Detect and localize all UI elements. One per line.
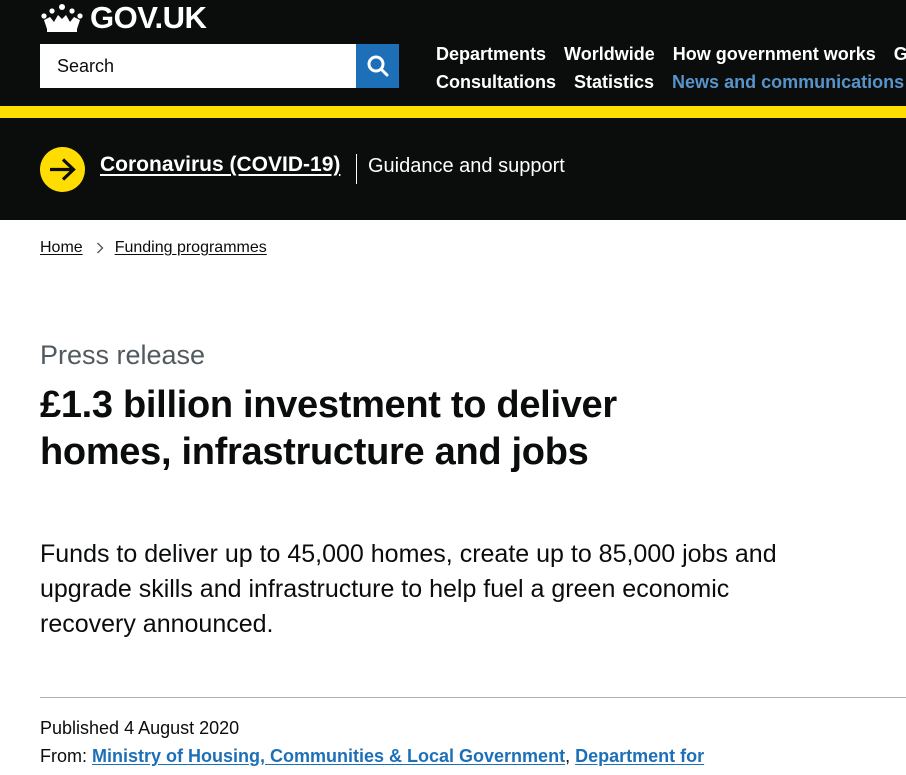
nav-how-government-works[interactable]: How government works	[673, 44, 876, 65]
breadcrumb: Home Funding programmes	[40, 239, 267, 257]
main-navigation: Departments Worldwide How government wor…	[436, 40, 906, 96]
nav-row-2: Consultations Statistics News and commun…	[436, 68, 906, 96]
logo-text: GOV.UK	[90, 0, 207, 35]
nav-news-and-communications[interactable]: News and communications	[672, 72, 904, 93]
site-header: GOV.UK Departments Worldwide How governm…	[0, 0, 906, 106]
covid-link[interactable]: Coronavirus (COVID-19)	[100, 153, 340, 177]
header-accent-bar	[0, 106, 906, 118]
breadcrumb-home[interactable]: Home	[40, 239, 83, 257]
search-icon	[367, 55, 388, 77]
arrow-right-icon	[40, 147, 85, 192]
search-form	[40, 44, 399, 88]
article-summary: Funds to deliver up to 45,000 homes, cre…	[40, 540, 777, 638]
banner-divider	[356, 154, 357, 184]
covid-banner: Coronavirus (COVID-19) Guidance and supp…	[0, 118, 906, 220]
nav-statistics[interactable]: Statistics	[574, 72, 654, 93]
from-label: From:	[40, 746, 87, 766]
nav-consultations[interactable]: Consultations	[436, 72, 556, 93]
chevron-right-icon	[96, 242, 104, 254]
from-metadata: From: Ministry of Housing, Communities &…	[40, 746, 704, 767]
crown-icon	[41, 4, 83, 32]
page-title: £1.3 billion investment to deliver homes…	[40, 384, 617, 473]
search-input[interactable]	[40, 44, 356, 88]
search-button[interactable]	[356, 44, 399, 88]
breadcrumb-funding-programmes[interactable]: Funding programmes	[115, 239, 267, 257]
nav-departments[interactable]: Departments	[436, 44, 546, 65]
metadata-divider	[40, 697, 906, 698]
nav-get-involved[interactable]: Get involved	[894, 44, 906, 65]
published-date: 4 August 2020	[124, 718, 240, 738]
govuk-logo-link[interactable]: GOV.UK	[40, 0, 207, 36]
covid-guidance-text: Guidance and support	[368, 155, 565, 177]
org-separator: ,	[565, 746, 571, 766]
org-link-mhclg[interactable]: Ministry of Housing, Communities & Local…	[92, 746, 565, 766]
published-metadata: Published 4 August 2020	[40, 718, 239, 739]
document-type: Press release	[40, 340, 206, 370]
org-link-department[interactable]: Department for	[575, 746, 704, 766]
nav-worldwide[interactable]: Worldwide	[564, 44, 655, 65]
nav-row-1: Departments Worldwide How government wor…	[436, 40, 906, 68]
published-label: Published	[40, 718, 120, 738]
